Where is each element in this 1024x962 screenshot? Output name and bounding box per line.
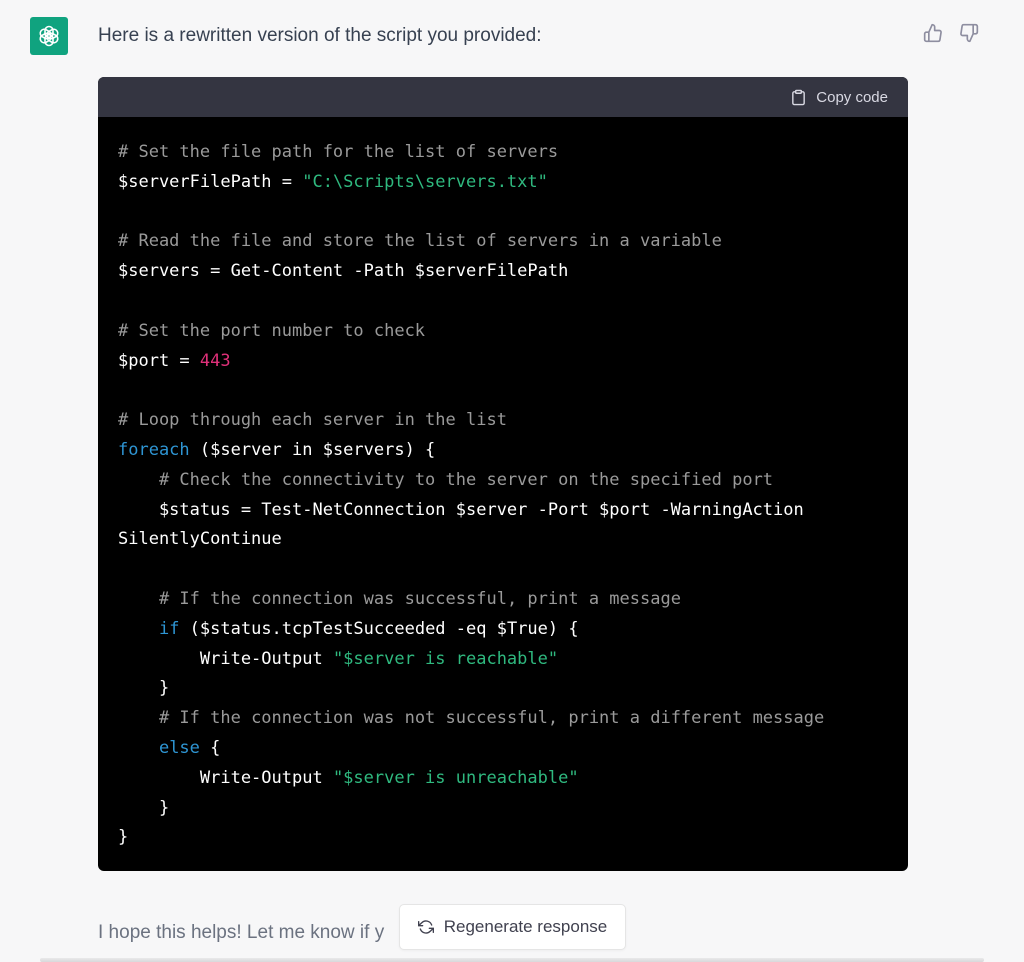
code-token-plain: $servers = Get-Content -Path $serverFile… (118, 261, 569, 282)
code-line: } (118, 794, 888, 824)
code-line: $servers = Get-Content -Path $serverFile… (118, 257, 888, 287)
thumbs-down-button[interactable] (958, 22, 980, 44)
code-token-string: "$server is reachable" (332, 648, 559, 669)
regenerate-response-label: Regenerate response (443, 917, 608, 936)
code-token-plain: ($status.tcpTestSucceeded -eq $True) { (179, 618, 579, 639)
code-block-header: Copy code (98, 77, 908, 117)
assistant-message-intro: Here is a rewritten version of the scrip… (98, 25, 542, 46)
code-token-plain: SilentlyContinue (118, 529, 282, 550)
code-token-plain: Write-Output (118, 648, 333, 669)
code-token-comment: # Loop through each server in the list (118, 410, 507, 431)
code-line: # Check the connectivity to the server o… (118, 466, 888, 496)
code-line: # Read the file and store the list of se… (118, 227, 888, 257)
code-line: Write-Output "$server is reachable" (118, 645, 888, 675)
refresh-icon (417, 920, 434, 934)
code-line: # If the connection was not successful, … (118, 704, 888, 734)
code-line: if ($status.tcpTestSucceeded -eq $True) … (118, 615, 888, 645)
copy-code-button[interactable]: Copy code (790, 88, 888, 107)
code-line: # Set the port number to check (118, 317, 888, 347)
code-token-comment: # Read the file and store the list of se… (118, 231, 722, 252)
code-token-plain: } (118, 678, 170, 699)
code-line: $serverFilePath = "C:\Scripts\servers.tx… (118, 168, 888, 198)
code-line: # If the connection was successful, prin… (118, 585, 888, 615)
regenerate-response-button[interactable]: Regenerate response (399, 904, 626, 950)
code-token-plain: } (118, 797, 170, 818)
code-line: $port = 443 (118, 347, 888, 377)
code-line: } (118, 823, 888, 853)
code-line: # Loop through each server in the list (118, 406, 888, 436)
code-line: # Set the file path for the list of serv… (118, 138, 888, 168)
openai-logo-icon (39, 25, 59, 47)
code-token-plain: { (199, 737, 221, 758)
code-line: $status = Test-NetConnection $server -Po… (118, 496, 888, 526)
assistant-message-outro: I hope this helps! Let me know if y (98, 922, 385, 943)
code-token-plain: $status = Test-NetConnection $server -Po… (118, 499, 804, 520)
code-line: Write-Output "$server is unreachable" (118, 764, 888, 794)
thumbs-up-button[interactable] (922, 22, 944, 44)
code-token-plain: Write-Output (118, 767, 333, 788)
feedback-buttons (922, 22, 980, 44)
code-token-keyword: else (158, 737, 200, 758)
composer-edge (40, 958, 984, 962)
code-token-comment: # If the connection was successful, prin… (158, 588, 681, 609)
code-token-keyword: if (158, 618, 180, 639)
code-line: SilentlyContinue (118, 525, 888, 555)
assistant-avatar (30, 17, 68, 55)
code-line: else { (118, 734, 888, 764)
code-token-plain: $serverFilePath = (118, 171, 303, 192)
code-token-plain: ($server in $servers) { (189, 439, 436, 460)
code-token-string: "$server is unreachable" (332, 767, 579, 788)
code-token-plain: } (118, 827, 129, 848)
thumbs-down-icon (960, 23, 979, 43)
code-token-comment: # Set the file path for the list of serv… (118, 142, 559, 162)
code-token-comment: # Check the connectivity to the server o… (158, 469, 774, 490)
thumbs-up-icon (923, 23, 942, 43)
code-line: } (118, 674, 888, 704)
code-token-keyword: foreach (118, 439, 190, 460)
code-body: # Set the file path for the list of serv… (98, 117, 908, 853)
code-token-comment: # Set the port number to check (118, 320, 426, 341)
code-token-plain: $port = (118, 350, 200, 371)
code-token-comment: # If the connection was not successful, … (158, 708, 825, 729)
code-block: Copy code # Set the file path for the li… (98, 77, 908, 871)
clipboard-icon (792, 89, 806, 105)
code-token-string: "C:\Scripts\servers.txt" (302, 171, 548, 192)
code-line: foreach ($server in $servers) { (118, 436, 888, 466)
copy-code-label: Copy code (816, 88, 888, 106)
code-token-number: 443 (199, 350, 231, 371)
